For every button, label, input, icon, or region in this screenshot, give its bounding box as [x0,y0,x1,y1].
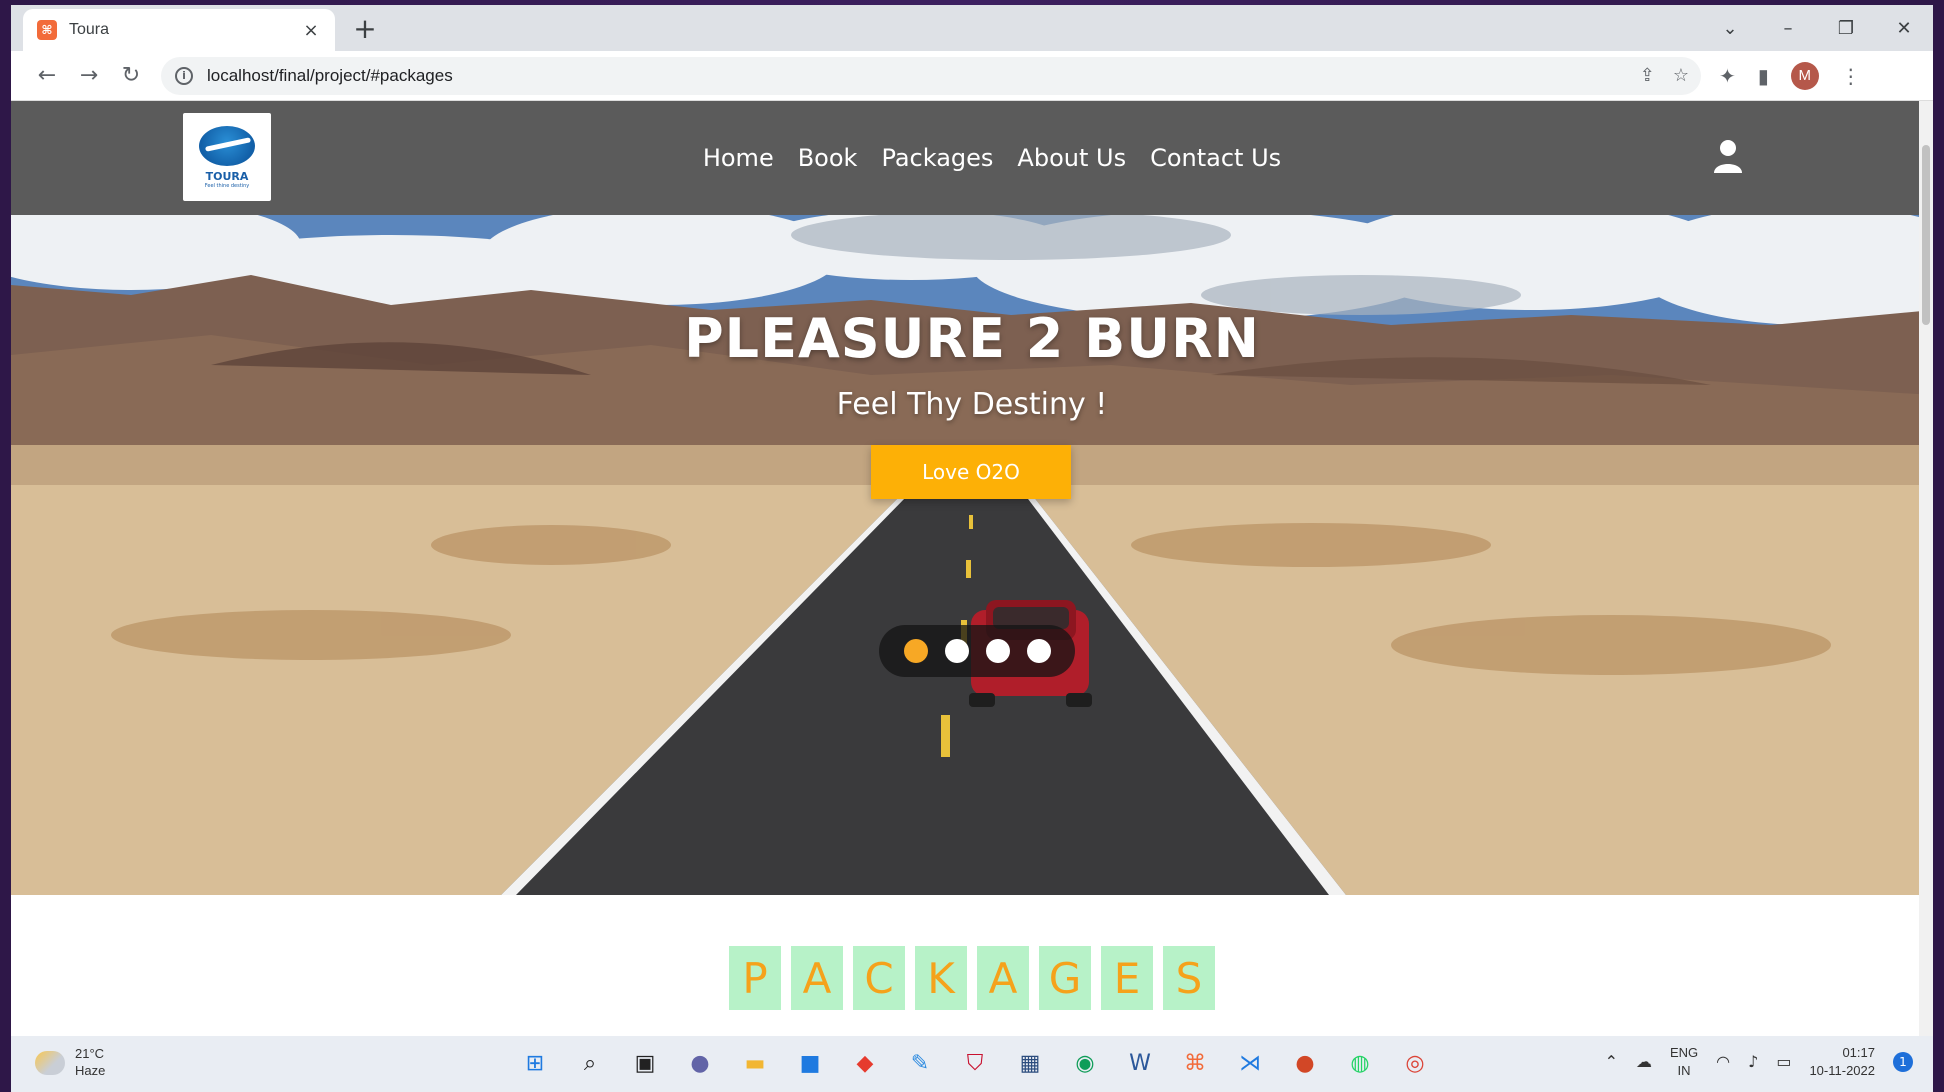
url-text[interactable]: localhost/final/project/#packages [207,66,453,86]
system-tray: ⌃ ☁ ENG IN ◠ ♪ ▭ 01:17 10-11-2022 1 [1605,1044,1913,1079]
browser-toolbar: ← → ↻ i localhost/final/project/#package… [11,51,1933,101]
packages-letter: E [1101,946,1153,1010]
tab-toura[interactable]: ⌘ Toura × [23,9,335,51]
extensions-puzzle-icon[interactable]: ✦ [1719,64,1736,88]
carousel-dot-1[interactable] [903,639,928,663]
side-panel-icon[interactable]: ▮ [1758,64,1769,88]
chevron-up-icon[interactable]: ⌃ [1605,1052,1618,1071]
back-arrow-icon[interactable]: ← [27,56,67,96]
nav-home[interactable]: Home [703,144,774,172]
paint-icon[interactable]: ✎ [902,1044,938,1082]
site-info-icon[interactable]: i [175,66,193,85]
xampp-icon[interactable]: ⌘ [1177,1044,1213,1082]
region-text: IN [1677,1062,1691,1078]
page-scrollbar[interactable] [1919,101,1933,1036]
onedrive-cloud-icon[interactable]: ☁ [1636,1052,1652,1071]
language-text: ENG [1669,1045,1699,1060]
language-indicator[interactable]: ENG IN [1670,1044,1698,1079]
packages-letter: A [791,946,843,1010]
nav-book[interactable]: Book [798,144,858,172]
share-icon[interactable]: ⇪ [1640,65,1655,86]
address-bar[interactable]: i localhost/final/project/#packages ⇪ ☆ [161,56,1701,95]
close-window-button[interactable]: ✕ [1875,5,1933,51]
weather-temp: 21°C [75,1046,105,1061]
bookmark-star-icon[interactable]: ☆ [1673,65,1689,86]
nav-contact-us[interactable]: Contact Us [1150,144,1281,172]
page-viewport: TOURA Feel thine destiny Home Book Packa… [11,101,1933,1036]
packages-letter: S [1163,946,1215,1010]
restore-button[interactable]: ❐ [1817,5,1875,51]
battery-icon[interactable]: ▭ [1776,1052,1791,1071]
chrome-icon[interactable]: ◎ [1397,1044,1433,1082]
weather-desc: Haze [75,1062,106,1078]
notification-badge[interactable]: 1 [1893,1051,1913,1072]
menu-kebab-icon[interactable]: ⋮ [1841,64,1861,88]
file-explorer-icon[interactable]: ▬ [737,1044,773,1082]
tab-title: Toura [69,21,110,38]
forward-arrow-icon[interactable]: → [69,56,109,96]
window-controls: ⌄ – ❐ ✕ [1701,5,1933,51]
main-menu: Home Book Packages About Us Contact Us [11,101,1933,215]
terminal-icon[interactable]: ▦ [1012,1044,1048,1082]
volume-icon[interactable]: ♪ [1748,1052,1758,1071]
browser-window: ⌘ Toura × + ⌄ – ❐ ✕ ← → ↻ i localhost/fi… [11,5,1933,1036]
store-icon[interactable]: ■ [792,1044,828,1082]
chat-icon[interactable]: ● [682,1044,718,1082]
tab-strip: ⌘ Toura × + ⌄ – ❐ ✕ [11,5,1933,51]
packages-letter: C [853,946,905,1010]
powerpoint-icon[interactable]: ● [1287,1044,1323,1082]
search-icon[interactable]: ⌕ [572,1044,608,1082]
profile-avatar[interactable]: M [1790,61,1819,90]
new-tab-button[interactable]: + [349,13,381,45]
clock[interactable]: 01:17 10-11-2022 [1809,1044,1875,1079]
reload-icon[interactable]: ↻ [111,56,151,96]
carousel-dot-4[interactable] [1026,639,1051,663]
tab-close-icon[interactable]: × [301,20,321,41]
taskbar-apps: ⊞ ⌕ ▣ ● ▬ ■ ◆ ✎ ⛉ ▦ ◉ W ⌘ ⋊ ● ◍ ◎ [517,1044,1433,1082]
nav-about-us[interactable]: About Us [1017,144,1126,172]
time-text: 01:17 [1842,1045,1875,1060]
carousel-dot-3[interactable] [985,639,1010,663]
minimize-button[interactable]: – [1759,5,1817,51]
word-icon[interactable]: W [1122,1044,1158,1082]
carousel-dot-2[interactable] [944,639,969,663]
whatsapp-icon[interactable]: ◍ [1342,1044,1378,1082]
vscode-icon[interactable]: ⋊ [1232,1044,1268,1082]
packages-heading: P A C K A G E S [11,946,1933,1010]
user-account-icon[interactable] [1713,139,1743,175]
toura-favicon-icon: ⌘ [37,20,57,40]
weather-widget[interactable]: 21°C Haze [35,1046,105,1080]
task-view-icon[interactable]: ▣ [627,1044,663,1082]
mcafee-icon[interactable]: ⛉ [957,1044,993,1082]
red-app-icon[interactable]: ◆ [847,1044,883,1082]
carousel-indicators [879,625,1075,677]
weather-haze-icon [35,1050,65,1075]
date-text: 10-11-2022 [1809,1062,1875,1078]
scrollbar-thumb[interactable] [1922,145,1930,325]
hero-banner: PLEASURE 2 BURN Feel Thy Destiny ! Love … [11,215,1933,895]
packages-letter: P [729,946,781,1010]
tab-search-icon[interactable]: ⌄ [1701,5,1759,51]
packages-letter: G [1039,946,1091,1010]
packages-letter: K [915,946,967,1010]
site-navbar: TOURA Feel thine destiny Home Book Packa… [11,101,1933,215]
hero-title: PLEASURE 2 BURN [684,307,1260,370]
love-o2o-button[interactable]: Love O2O [871,445,1071,499]
windows-taskbar: 21°C Haze ⊞ ⌕ ▣ ● ▬ ■ ◆ ✎ ⛉ ▦ ◉ W ⌘ ⋊ ● … [11,1036,1933,1092]
nav-packages[interactable]: Packages [881,144,993,172]
hero-subtitle: Feel Thy Destiny ! [836,387,1108,422]
wifi-icon[interactable]: ◠ [1716,1052,1730,1071]
packages-letter: A [977,946,1029,1010]
windows-start-icon[interactable]: ⊞ [517,1044,553,1082]
edge-icon[interactable]: ◉ [1067,1044,1103,1082]
